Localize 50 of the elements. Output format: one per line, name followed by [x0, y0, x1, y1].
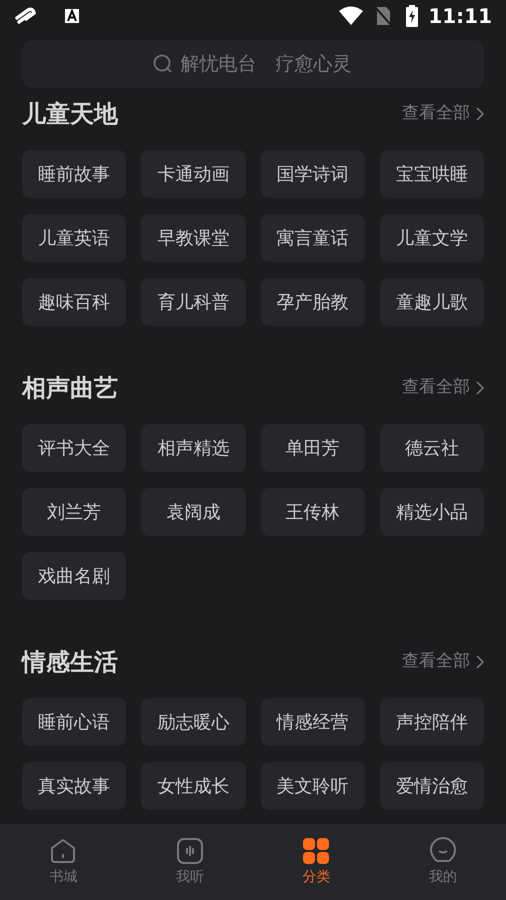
- category-tag[interactable]: 精选小品: [380, 488, 484, 536]
- no-sim-icon: [374, 6, 392, 26]
- category-tag[interactable]: 卡通动画: [141, 150, 246, 198]
- category-tag[interactable]: 儿童英语: [22, 214, 126, 262]
- category-tag[interactable]: 童趣儿歌: [380, 278, 484, 326]
- category-tag[interactable]: 相声精选: [141, 424, 246, 472]
- search-field[interactable]: 解忧电台 疗愈心灵: [22, 40, 484, 88]
- wifi-icon: [338, 6, 364, 26]
- category-tag[interactable]: 儿童文学: [380, 214, 484, 262]
- category-tag[interactable]: 声控陪伴: [380, 698, 484, 746]
- search-icon: [152, 53, 174, 75]
- category-tag[interactable]: 真实故事: [22, 762, 126, 810]
- view-all-link[interactable]: 查看全部: [402, 101, 484, 127]
- category-tag[interactable]: 美文聆听: [260, 762, 365, 810]
- house-icon: [49, 836, 78, 864]
- category-tag[interactable]: 女性成长: [141, 762, 246, 810]
- category-tag[interactable]: 袁阔成: [141, 488, 246, 536]
- grid-icon: [302, 836, 330, 864]
- notification-icon: [64, 8, 80, 24]
- category-tag[interactable]: 刘兰芳: [22, 488, 126, 536]
- battery-charging-icon: [406, 5, 418, 27]
- category-tag[interactable]: 育儿科普: [141, 278, 246, 326]
- category-tag[interactable]: 趣味百科: [22, 278, 126, 326]
- category-tag[interactable]: 德云社: [380, 424, 484, 472]
- section-title: 情感生活: [22, 647, 118, 678]
- category-tag[interactable]: 戏曲名剧: [22, 552, 126, 600]
- category-tag[interactable]: 孕产胎教: [260, 278, 365, 326]
- category-tag[interactable]: 国学诗词: [260, 150, 365, 198]
- equalizer-icon: [176, 836, 204, 864]
- category-tag[interactable]: 评书大全: [22, 424, 126, 472]
- nav-tab[interactable]: 分类: [302, 866, 330, 888]
- smiley-icon: [428, 836, 457, 864]
- category-tag[interactable]: 王传林: [260, 488, 365, 536]
- section-title: 相声曲艺: [22, 373, 118, 404]
- view-all-link[interactable]: 查看全部: [402, 649, 484, 675]
- chevron-right-icon: [476, 381, 484, 395]
- category-tag[interactable]: 睡前故事: [22, 150, 126, 198]
- category-tag[interactable]: 宝宝哄睡: [380, 150, 484, 198]
- category-tag[interactable]: 励志暖心: [141, 698, 246, 746]
- section-title: 儿童天地: [22, 99, 118, 130]
- category-tag[interactable]: 寓言童话: [260, 214, 365, 262]
- category-tag[interactable]: 睡前心语: [22, 698, 126, 746]
- category-tag[interactable]: 单田芳: [260, 424, 365, 472]
- status-time: 11:11: [428, 3, 492, 30]
- category-tag[interactable]: 情感经营: [260, 698, 365, 746]
- chevron-right-icon: [476, 107, 484, 121]
- view-all-link[interactable]: 查看全部: [402, 375, 484, 401]
- category-tag[interactable]: 早教课堂: [141, 214, 246, 262]
- chevron-right-icon: [476, 655, 484, 669]
- category-tag[interactable]: 爱情治愈: [380, 762, 484, 810]
